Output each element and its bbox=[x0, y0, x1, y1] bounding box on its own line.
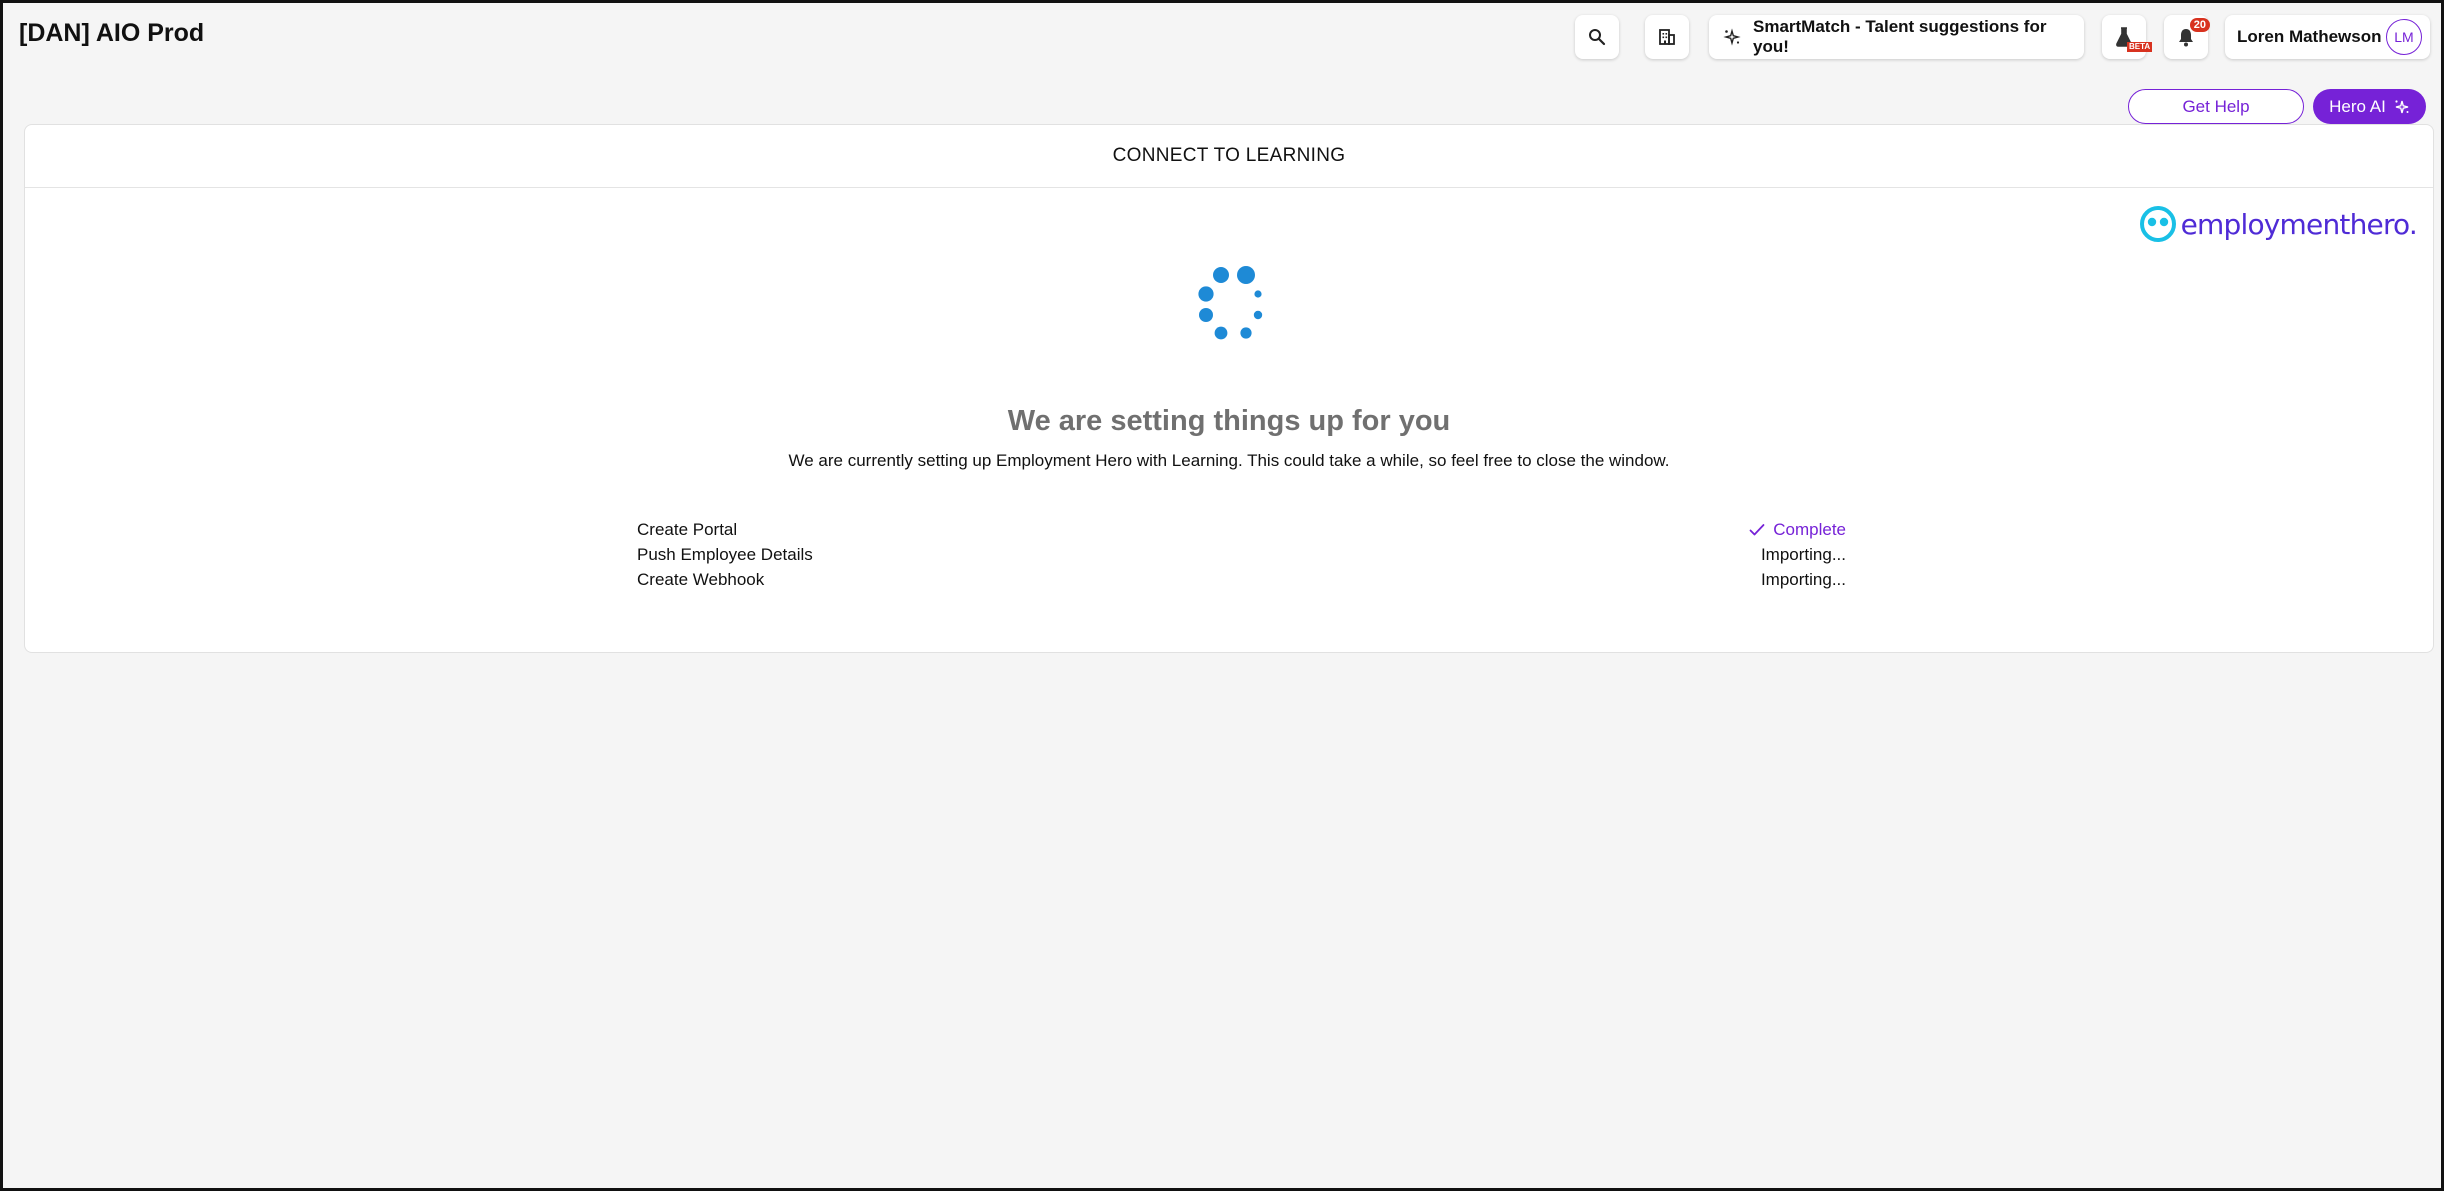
step-status: Importing... bbox=[1760, 569, 1846, 589]
org-title: [DAN] AIO Prod bbox=[19, 19, 205, 47]
building-icon bbox=[1659, 29, 1675, 45]
list-item: Push Employee Details Importing... bbox=[637, 542, 1846, 567]
step-label: Create Portal bbox=[637, 519, 738, 539]
sparkle-icon bbox=[1723, 28, 1741, 46]
app-frame: [DAN] AIO Prod SmartMatch - Talent sugge… bbox=[0, 0, 2444, 1191]
top-bar: [DAN] AIO Prod SmartMatch - Talent sugge… bbox=[3, 3, 2441, 67]
card-title: CONNECT TO LEARNING bbox=[25, 125, 2433, 188]
employment-hero-logo-icon bbox=[2139, 206, 2176, 242]
step-status-label: Complete bbox=[1773, 519, 1846, 539]
sparkle-icon bbox=[2395, 99, 2409, 113]
employment-hero-logo: employmenthero. bbox=[2139, 204, 2418, 244]
labs-button[interactable]: BETA bbox=[2102, 15, 2153, 59]
setup-steps-list: Create Portal Complete Push Employee Det… bbox=[637, 517, 1846, 592]
check-icon bbox=[1749, 523, 1765, 535]
user-menu-button[interactable]: Loren Mathewson LM bbox=[2225, 15, 2430, 59]
connect-learning-card: CONNECT TO LEARNING employmenthero. We a… bbox=[24, 124, 2434, 653]
step-label: Create Webhook bbox=[637, 569, 765, 589]
list-item: Create Portal Complete bbox=[637, 517, 1846, 542]
search-button[interactable] bbox=[1575, 15, 1619, 59]
setup-description: We are currently setting up Employment H… bbox=[788, 451, 1670, 470]
smartmatch-button[interactable]: SmartMatch - Talent suggestions for you! bbox=[1709, 15, 2084, 59]
company-switcher-button[interactable] bbox=[1645, 15, 1689, 59]
notification-count-badge: 20 bbox=[2189, 18, 2210, 32]
step-label: Push Employee Details bbox=[637, 544, 813, 564]
logo-text: employmenthero. bbox=[2180, 207, 2418, 241]
list-item: Create Webhook Importing... bbox=[637, 567, 1846, 592]
loading-spinner-icon bbox=[1198, 266, 1263, 340]
hero-ai-button[interactable]: Hero AI bbox=[2313, 89, 2426, 124]
get-help-button[interactable]: Get Help bbox=[2128, 89, 2304, 124]
step-status: Importing... bbox=[1760, 544, 1846, 564]
search-icon bbox=[1589, 29, 1606, 46]
hero-ai-label: Hero AI bbox=[2329, 96, 2386, 116]
setup-heading: We are setting things up for you bbox=[1007, 405, 1451, 437]
smartmatch-label: SmartMatch - Talent suggestions for you! bbox=[1753, 17, 2047, 56]
step-status: Complete bbox=[1749, 520, 1846, 540]
user-name: Loren Mathewson bbox=[2237, 27, 2382, 46]
beta-badge: BETA bbox=[2127, 42, 2153, 52]
notifications-button[interactable]: 20 bbox=[2164, 15, 2210, 59]
avatar: LM bbox=[2386, 19, 2422, 55]
